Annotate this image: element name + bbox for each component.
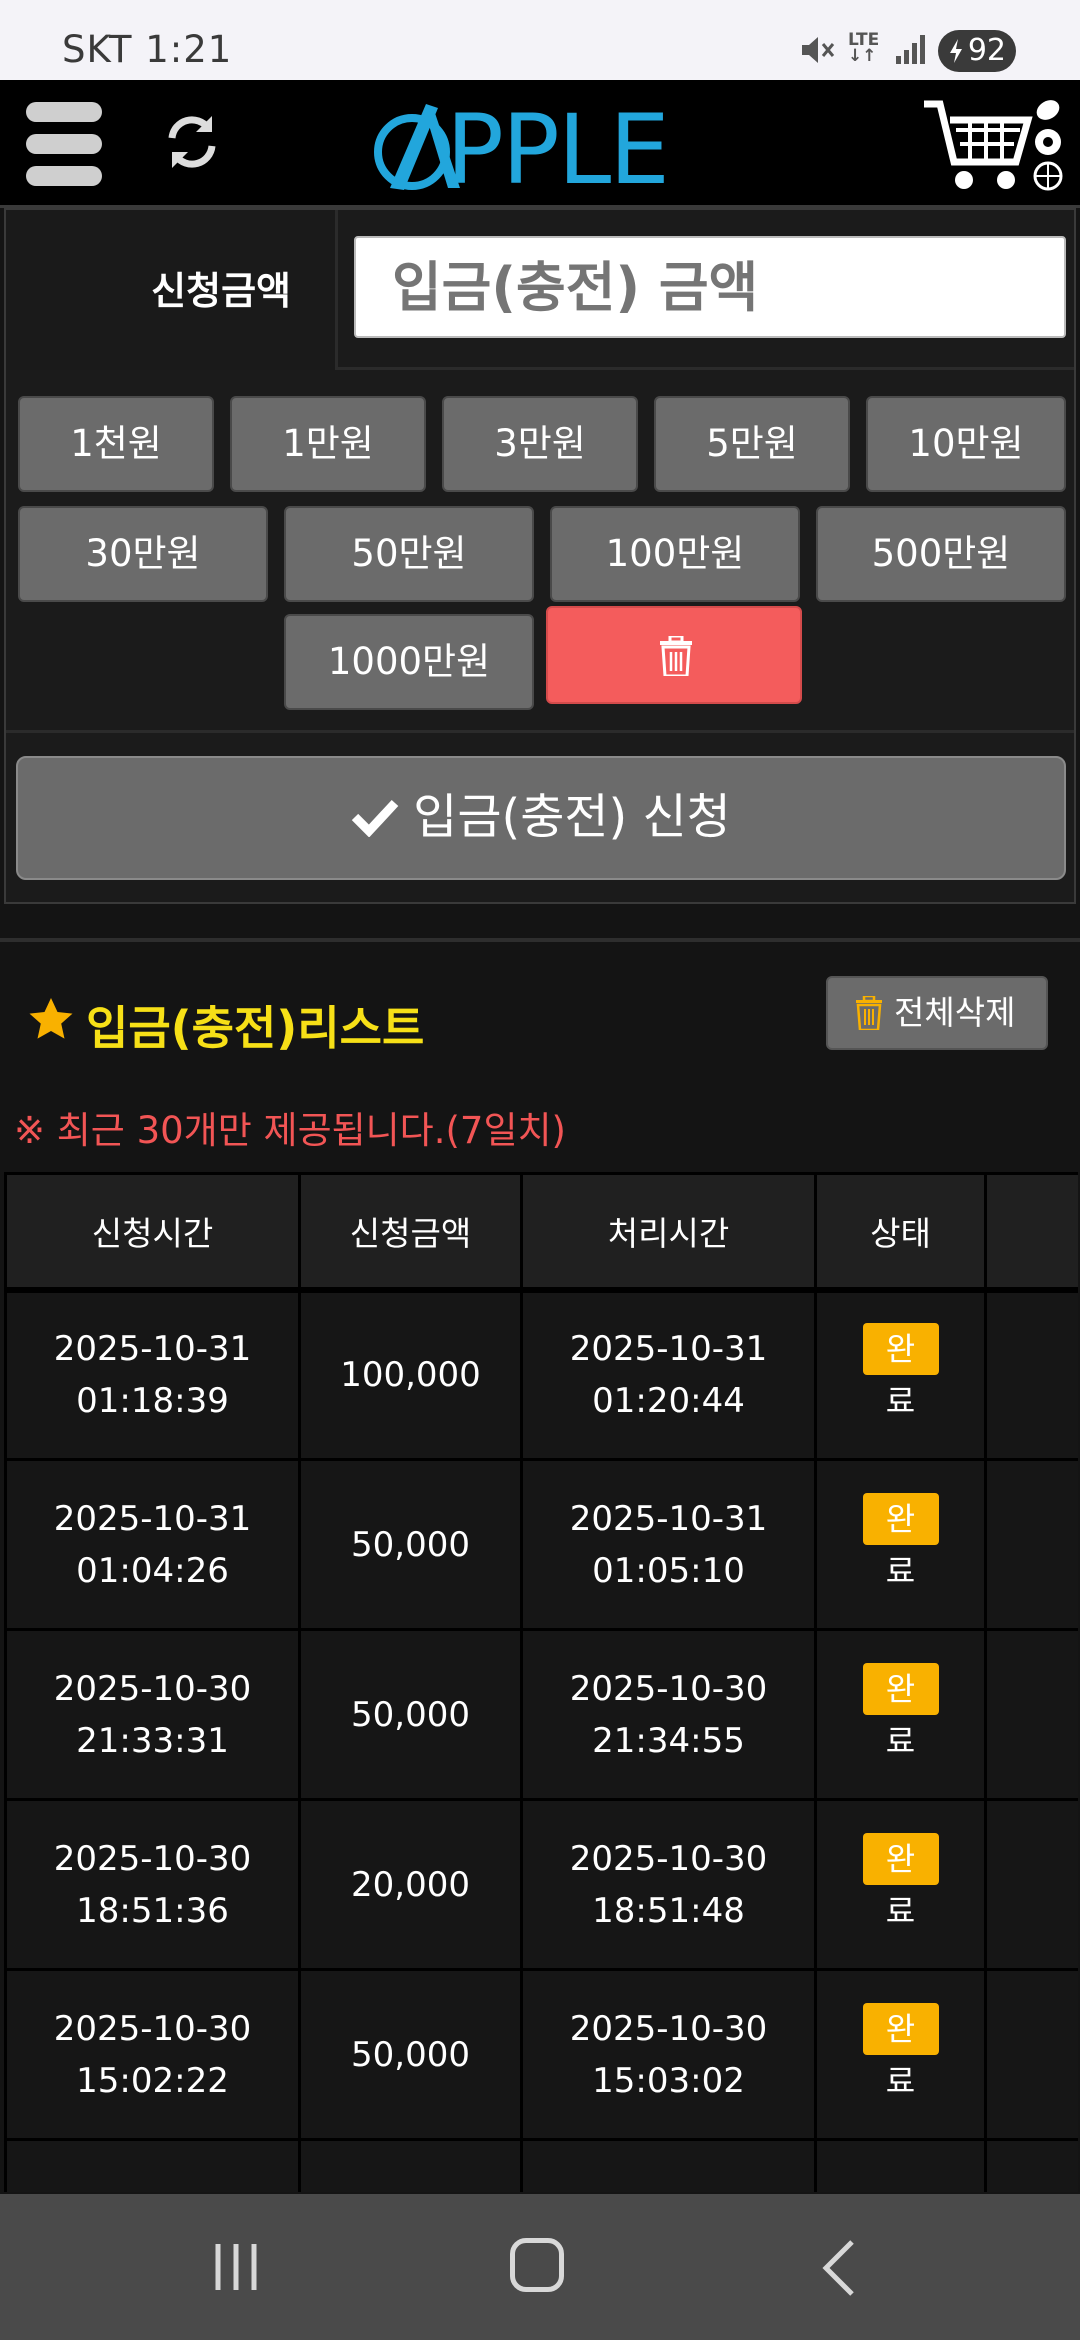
status-badge: 완 bbox=[862, 1323, 939, 1376]
back-icon[interactable] bbox=[818, 2238, 858, 2298]
quick-amount-5m-button[interactable]: 500만원 bbox=[816, 506, 1066, 602]
extra-cell bbox=[984, 1968, 1078, 2141]
column-header bbox=[984, 1172, 1078, 1291]
request-time-cell: 2025-10-30 15:02:22 bbox=[4, 1968, 301, 2141]
table-row: 2025-10-30 15:02:22 50,000 2025-10-30 15:0… bbox=[4, 1968, 1078, 2141]
signal-icon bbox=[896, 35, 925, 64]
amount-cell bbox=[298, 2138, 523, 2192]
refresh-icon[interactable] bbox=[160, 110, 224, 174]
list-title: 입금(충전)리스트 bbox=[86, 1001, 425, 1055]
star-icon bbox=[29, 998, 73, 1039]
recent-apps-icon[interactable] bbox=[212, 2242, 260, 2292]
quick-amount-50k-button[interactable]: 5만원 bbox=[654, 396, 850, 492]
amount-cell: 20,000 bbox=[298, 1798, 523, 1971]
quick-amount-10k-button[interactable]: 1만원 bbox=[230, 396, 426, 492]
system-nav-bar bbox=[0, 2194, 1080, 2340]
menu-icon[interactable] bbox=[26, 102, 102, 186]
amount-cell: 50,000 bbox=[298, 1458, 523, 1631]
status-badge: 완 bbox=[862, 2002, 939, 2055]
status-cell: 완료 bbox=[814, 1288, 987, 1461]
status-cell: 완 bbox=[814, 2138, 987, 2192]
table-row: 2025-10-30 2025-10-30 완 bbox=[4, 2138, 1078, 2192]
trash-icon bbox=[660, 636, 692, 676]
extra-cell bbox=[984, 1288, 1078, 1461]
column-header: 처리시간 bbox=[520, 1172, 817, 1291]
status-cell: 완료 bbox=[814, 1968, 987, 2141]
quick-amount-30k-button[interactable]: 3만원 bbox=[442, 396, 638, 492]
amount-label: 신청금액 bbox=[151, 269, 291, 313]
table-row: 2025-10-31 01:04:26 50,000 2025-10-31 01:0… bbox=[4, 1458, 1078, 1631]
quick-amount-500k-button[interactable]: 50만원 bbox=[284, 506, 534, 602]
extra-cell bbox=[984, 1628, 1078, 1801]
list-notice: ※ 최근 30개만 제공됩니다.(7일치) bbox=[14, 1109, 566, 1152]
amount-label-cell: 신청금액 bbox=[6, 210, 338, 370]
table-row: 2025-10-30 21:33:31 50,000 2025-10-30 21:3… bbox=[4, 1628, 1078, 1801]
process-time-cell: 2025-10-30 18:51:48 bbox=[520, 1798, 817, 1971]
table-header-row: 신청시간 신청금액 처리시간 상태 bbox=[4, 1172, 1078, 1291]
request-time-cell: 2025-10-30 21:33:31 bbox=[4, 1628, 301, 1801]
logo[interactable]: PPLE bbox=[368, 92, 718, 202]
amount-cell: 50,000 bbox=[298, 1628, 523, 1801]
quick-amount-1k-button[interactable]: 1천원 bbox=[18, 396, 214, 492]
form-divider bbox=[6, 730, 1074, 733]
column-header: 상태 bbox=[814, 1172, 987, 1291]
mute-icon bbox=[802, 37, 835, 63]
submit-deposit-button[interactable]: 입금(충전) 신청 bbox=[16, 756, 1066, 880]
status-cell: 완료 bbox=[814, 1798, 987, 1971]
cart-icon[interactable] bbox=[920, 94, 1068, 198]
charging-icon bbox=[950, 39, 962, 63]
extra-cell bbox=[984, 1798, 1078, 1971]
status-cell: 완료 bbox=[814, 1458, 987, 1631]
request-time-cell: 2025-10-31 01:04:26 bbox=[4, 1458, 301, 1631]
request-time-cell: 2025-10-30 18:51:36 bbox=[4, 1798, 301, 1971]
process-time-cell: 2025-10-30 21:34:55 bbox=[520, 1628, 817, 1801]
amount-cell: 50,000 bbox=[298, 1968, 523, 2141]
deposit-list-table: 신청시간 신청금액 처리시간 상태 2025-10-31 01:18:39 100… bbox=[4, 1172, 1078, 2192]
quick-amount-100k-button[interactable]: 10만원 bbox=[866, 396, 1066, 492]
section-divider bbox=[0, 938, 1080, 942]
quick-amount-1m-button[interactable]: 100만원 bbox=[550, 506, 800, 602]
process-time-cell: 2025-10-31 01:05:10 bbox=[520, 1458, 817, 1631]
status-bar: SKT 1:21 LTE ↓↑ 92 bbox=[0, 0, 1080, 80]
clear-amount-button[interactable] bbox=[546, 606, 802, 704]
home-icon[interactable] bbox=[510, 2238, 564, 2292]
quick-amount-10m-button[interactable]: 1000만원 bbox=[284, 614, 534, 710]
logo-text: PPLE bbox=[446, 94, 670, 206]
delete-all-button[interactable]: 전체삭제 bbox=[826, 976, 1048, 1050]
status-badge: 완 bbox=[862, 1492, 939, 1545]
battery-indicator: 92 bbox=[938, 30, 1016, 72]
process-time-cell: 2025-10-30 15:03:02 bbox=[520, 1968, 817, 2141]
status-badge: 완 bbox=[862, 1662, 939, 1715]
amount-input[interactable] bbox=[354, 236, 1066, 338]
amount-cell: 100,000 bbox=[298, 1288, 523, 1461]
check-icon bbox=[351, 799, 399, 837]
table-row: 2025-10-30 18:51:36 20,000 2025-10-30 18:5… bbox=[4, 1798, 1078, 1971]
table-row: 2025-10-31 01:18:39 100,000 2025-10-31 01:… bbox=[4, 1288, 1078, 1461]
request-time-cell: 2025-10-31 01:18:39 bbox=[4, 1288, 301, 1461]
extra-cell bbox=[984, 1458, 1078, 1631]
trash-icon bbox=[856, 996, 882, 1030]
delete-all-label: 전체삭제 bbox=[894, 993, 1016, 1032]
network-indicator: LTE ↓↑ bbox=[848, 30, 880, 66]
process-time-cell: 2025-10-31 01:20:44 bbox=[520, 1288, 817, 1461]
quick-amount-300k-button[interactable]: 30만원 bbox=[18, 506, 268, 602]
request-time-cell: 2025-10-30 bbox=[4, 2138, 301, 2192]
status-badge: 완 bbox=[862, 1832, 939, 1885]
status-carrier-time: SKT 1:21 bbox=[62, 28, 233, 71]
process-time-cell: 2025-10-30 bbox=[520, 2138, 817, 2192]
deposit-form: 신청금액 1천원 1만원 3만원 5만원 10만원 30만원 50만원 100만… bbox=[4, 208, 1076, 904]
amount-row: 신청금액 bbox=[6, 210, 1074, 370]
app-header: PPLE bbox=[0, 80, 1080, 208]
status-cell: 완료 bbox=[814, 1628, 987, 1801]
column-header: 신청금액 bbox=[298, 1172, 523, 1291]
extra-cell bbox=[984, 2138, 1078, 2192]
submit-label: 입금(충전) 신청 bbox=[413, 789, 731, 845]
battery-level: 92 bbox=[967, 33, 1006, 68]
column-header: 신청시간 bbox=[4, 1172, 301, 1291]
